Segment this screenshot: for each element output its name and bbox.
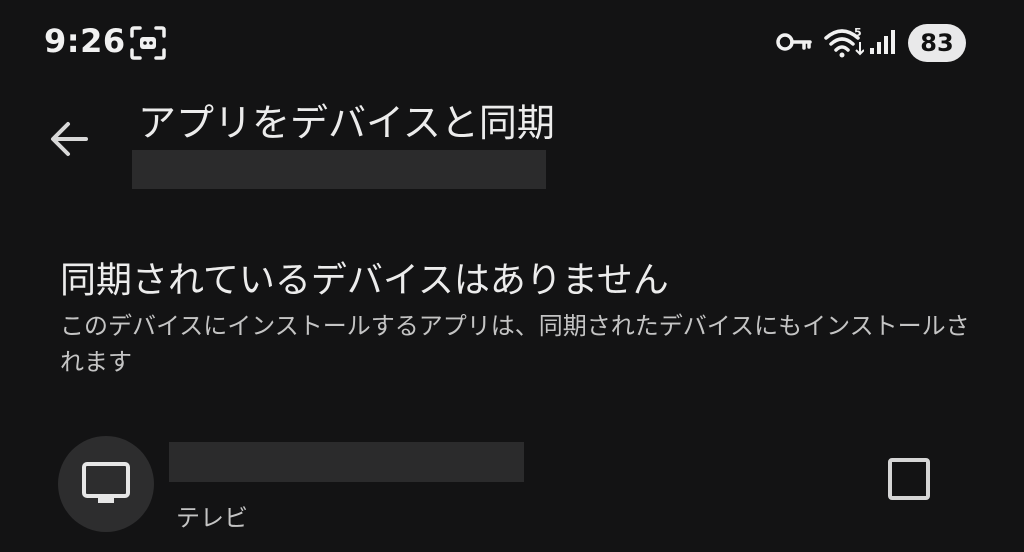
status-time: 9:26 (44, 22, 126, 60)
screenshot-icon (130, 26, 166, 60)
device-avatar (58, 436, 154, 532)
device-checkbox[interactable] (888, 458, 930, 500)
device-list-item[interactable]: テレビ (0, 420, 1024, 552)
wifi-icon: 5 (824, 26, 865, 58)
empty-state-heading: 同期されているデバイスはありません (60, 260, 669, 301)
battery-level: 83 (908, 24, 966, 62)
status-bar: 9:26 5 83 (0, 0, 1024, 84)
redacted-account-name (132, 150, 546, 189)
device-type-label: テレビ (176, 504, 248, 532)
redacted-device-name (169, 442, 524, 482)
empty-state-description: このデバイスにインストールするアプリは、同期されたデバイスにもインストールされま… (60, 312, 970, 376)
signal-icon (868, 28, 898, 56)
page-title: アプリをデバイスと同期 (138, 101, 555, 145)
tv-icon (82, 462, 130, 503)
vpn-key-icon (776, 32, 812, 52)
arrow-back-icon (51, 122, 88, 156)
svg-text:5: 5 (854, 26, 862, 39)
back-button[interactable] (40, 112, 96, 168)
